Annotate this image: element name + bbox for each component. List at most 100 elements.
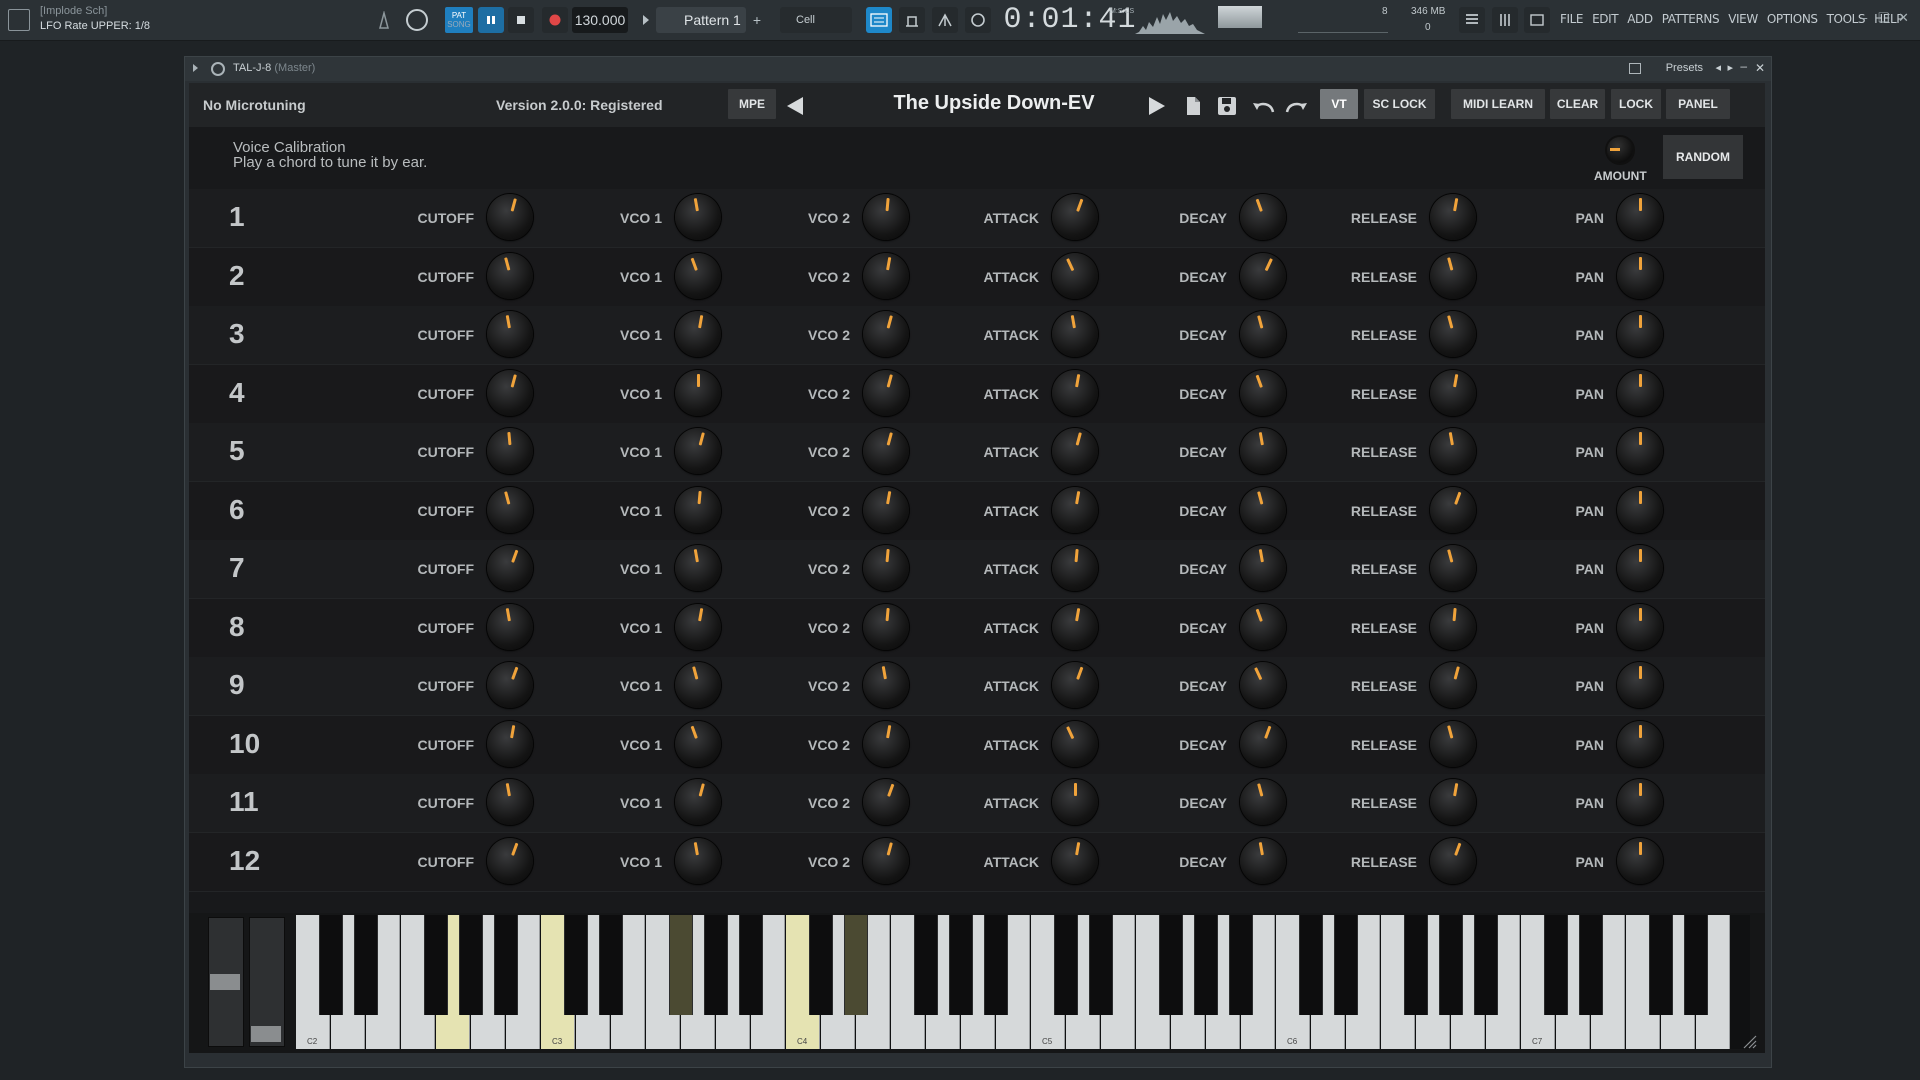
attack-knob[interactable] [1052,779,1098,825]
black-key[interactable] [494,915,518,1015]
attack-knob[interactable] [1052,252,1098,299]
vco1-knob[interactable] [675,779,721,825]
attack-knob[interactable] [1052,837,1098,884]
cutoff-knob[interactable] [487,428,533,474]
black-key[interactable] [704,915,728,1015]
typing-keyboard-icon[interactable] [866,7,892,33]
black-key[interactable] [564,915,588,1015]
decay-knob[interactable] [1240,779,1286,825]
release-knob[interactable] [1430,428,1476,474]
cutoff-knob[interactable] [487,486,533,533]
decay-knob[interactable] [1240,194,1286,240]
cutoff-knob[interactable] [487,779,533,825]
cutoff-knob[interactable] [487,194,533,240]
cutoff-knob[interactable] [487,311,533,357]
black-key[interactable] [739,915,763,1015]
next-preset-arrow-icon[interactable] [1149,97,1165,115]
save-icon[interactable] [1217,96,1237,116]
vco1-knob[interactable] [675,603,721,650]
pan-knob[interactable] [1617,545,1663,591]
mpe-button[interactable]: MPE [728,89,776,119]
menu-view[interactable]: VIEW [1728,12,1758,26]
stop-button[interactable] [508,7,534,33]
preset-name[interactable]: The Upside Down-EV [839,92,1149,115]
cutoff-knob[interactable] [487,720,533,767]
cutoff-knob[interactable] [487,837,533,884]
attack-knob[interactable] [1052,662,1098,708]
panel-button[interactable]: PANEL [1666,89,1730,119]
vco1-knob[interactable] [675,837,721,884]
attack-knob[interactable] [1052,720,1098,767]
pattern-arrow-icon[interactable] [640,7,652,33]
vco1-knob[interactable] [675,194,721,240]
decay-knob[interactable] [1240,252,1286,299]
release-knob[interactable] [1430,252,1476,299]
pitch-wheel[interactable] [208,917,244,1047]
mixer-icon[interactable] [1492,7,1518,33]
black-key[interactable] [1649,915,1673,1015]
add-pattern-icon[interactable]: + [750,7,764,33]
vco2-knob[interactable] [863,369,909,416]
release-knob[interactable] [1430,194,1476,240]
vt-button[interactable]: VT [1320,89,1358,119]
step-edit-icon[interactable] [899,7,925,33]
black-key[interactable] [949,915,973,1015]
plugin-title-bar[interactable]: TAL-J-8 (Master) Presets ◂ ▸ – ✕ [185,57,1771,81]
vco1-knob[interactable] [675,369,721,416]
black-key[interactable] [669,915,693,1015]
blend-notes-icon[interactable] [932,7,958,33]
maximize-icon[interactable]: ❏ [1878,10,1890,26]
decay-knob[interactable] [1240,837,1286,884]
decay-knob[interactable] [1240,428,1286,474]
random-button[interactable]: RANDOM [1663,135,1743,179]
black-key[interactable] [1194,915,1218,1015]
metronome-icon[interactable] [377,7,391,33]
resize-handle-icon[interactable] [1741,1033,1757,1049]
black-key[interactable] [1684,915,1708,1015]
playlist-icon[interactable] [1459,7,1485,33]
black-key[interactable] [984,915,1008,1015]
vco2-knob[interactable] [863,545,909,591]
vco2-knob[interactable] [863,486,909,533]
black-key[interactable] [424,915,448,1015]
black-key[interactable] [1544,915,1568,1015]
black-key[interactable] [599,915,623,1015]
vco2-knob[interactable] [863,603,909,650]
attack-knob[interactable] [1052,194,1098,240]
black-key[interactable] [1334,915,1358,1015]
cutoff-knob[interactable] [487,369,533,416]
vco2-knob[interactable] [863,779,909,825]
attack-knob[interactable] [1052,486,1098,533]
lock-button[interactable]: LOCK [1611,89,1661,119]
cutoff-knob[interactable] [487,252,533,299]
record-button[interactable] [542,7,568,33]
browser-icon[interactable] [1524,7,1550,33]
release-knob[interactable] [1430,486,1476,533]
tempo-display[interactable]: 130.000 [572,7,628,33]
redo-icon[interactable] [1283,96,1309,116]
menu-options[interactable]: OPTIONS [1767,12,1818,26]
black-key[interactable] [914,915,938,1015]
cutoff-knob[interactable] [487,603,533,650]
prev-preset-arrow-icon[interactable] [787,97,803,115]
black-key[interactable] [809,915,833,1015]
decay-knob[interactable] [1240,545,1286,591]
new-file-icon[interactable] [1183,96,1203,116]
black-key[interactable] [354,915,378,1015]
vco2-knob[interactable] [863,837,909,884]
piano-keyboard[interactable]: C2 C3 C4 C5 C6 C7 [296,915,1750,1049]
vco1-knob[interactable] [675,428,721,474]
black-key[interactable] [319,915,343,1015]
vco1-knob[interactable] [675,545,721,591]
decay-knob[interactable] [1240,603,1286,650]
black-key[interactable] [1474,915,1498,1015]
pan-knob[interactable] [1617,720,1663,767]
loop-record-icon[interactable] [965,7,991,33]
black-key[interactable] [844,915,868,1015]
black-key[interactable] [1579,915,1603,1015]
close-plugin-icon[interactable]: ✕ [1755,61,1765,75]
pat-song-toggle[interactable]: PAT SONG [445,7,473,33]
pan-knob[interactable] [1617,194,1663,240]
vco2-knob[interactable] [863,428,909,474]
close-icon[interactable]: ✕ [1898,10,1909,26]
